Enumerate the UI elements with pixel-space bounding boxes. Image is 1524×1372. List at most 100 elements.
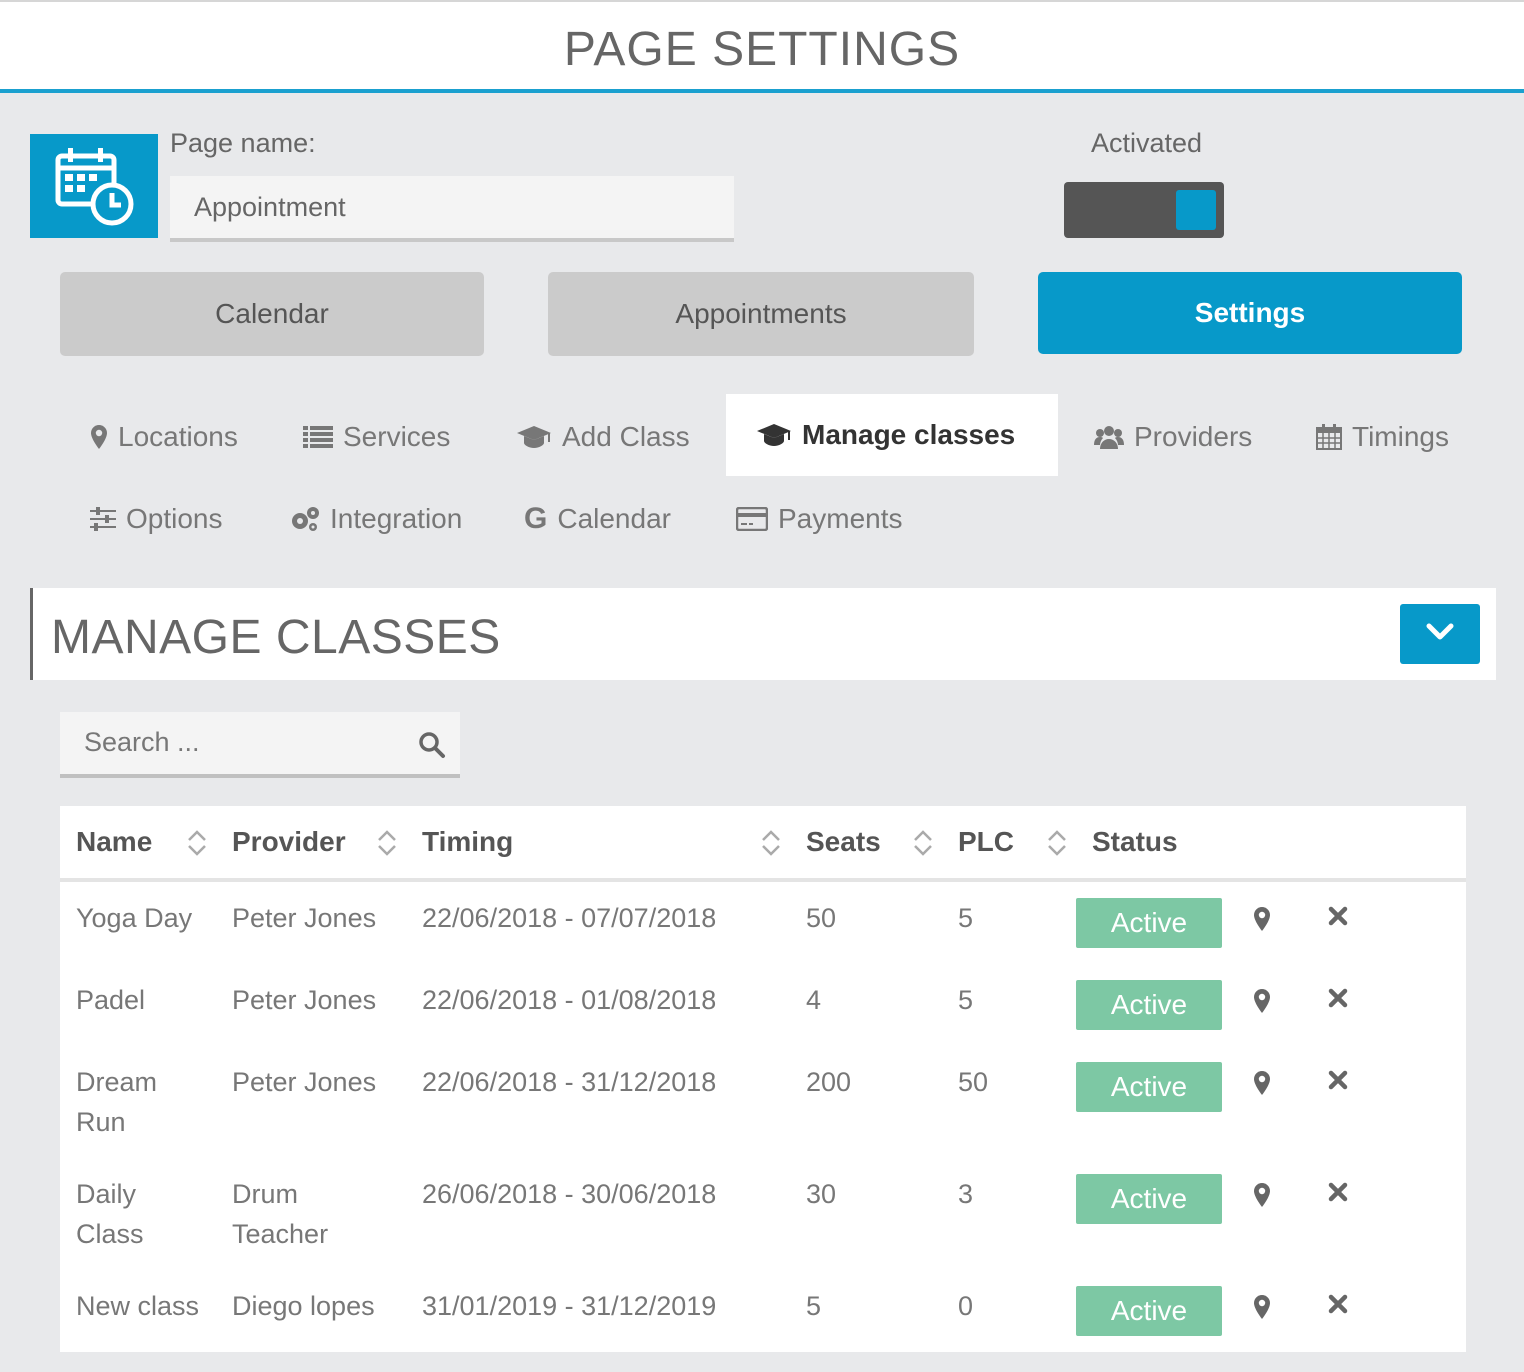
list-icon xyxy=(303,426,333,448)
tab-label: Integration xyxy=(330,503,463,534)
manage-classes-panel-header: MANAGE CLASSES xyxy=(30,588,1496,680)
page-name-label: Page name: xyxy=(170,128,316,158)
tab-label: Services xyxy=(343,421,451,452)
tab-label: Calendar xyxy=(557,503,671,534)
cell-name-line: Class xyxy=(76,1219,144,1249)
status-badge[interactable]: Active xyxy=(1076,980,1222,1030)
status-badge[interactable]: Active xyxy=(1076,1174,1222,1224)
section-title: MANAGE CLASSES xyxy=(51,611,501,664)
tab-manage-classes[interactable]: Manage classes xyxy=(726,394,1058,476)
column-header-plc[interactable]: PLC xyxy=(958,826,1014,858)
cell-provider: Peter Jones xyxy=(232,985,377,1015)
page-header: PAGE SETTINGS xyxy=(0,0,1524,93)
graduation-cap-icon xyxy=(756,423,792,447)
sort-icon[interactable] xyxy=(376,828,398,863)
column-header-seats[interactable]: Seats xyxy=(806,826,881,858)
cell-seats: 200 xyxy=(806,1067,852,1097)
sort-icon[interactable] xyxy=(186,828,208,863)
tab-payments[interactable]: Payments xyxy=(736,478,903,560)
tab-options[interactable]: Options xyxy=(90,478,223,560)
tab-integration[interactable]: Integration xyxy=(290,478,462,560)
tab-label: Payments xyxy=(778,503,903,534)
cell-seats: 30 xyxy=(806,1179,837,1209)
tab-providers[interactable]: Providers xyxy=(1094,396,1252,478)
cell-name: Yoga Day xyxy=(76,903,193,933)
cell-name-line: Dream xyxy=(76,1067,158,1097)
appointments-button[interactable]: Appointments xyxy=(548,272,974,356)
search-icon[interactable] xyxy=(418,731,446,764)
tab-label: Options xyxy=(126,503,223,534)
cell-seats: 5 xyxy=(806,1291,822,1321)
calendar-button[interactable]: Calendar xyxy=(60,272,484,356)
tab-google-calendar[interactable]: G Calendar xyxy=(524,478,671,560)
column-header-provider[interactable]: Provider xyxy=(232,826,346,858)
google-icon: G xyxy=(524,502,548,535)
cell-provider: Peter Jones xyxy=(232,903,377,933)
close-icon[interactable] xyxy=(1328,988,1348,1013)
sort-icon[interactable] xyxy=(1046,828,1068,863)
collapse-button[interactable] xyxy=(1400,604,1480,664)
tab-label: Add Class xyxy=(562,421,690,452)
cell-timing: 26/06/2018 - 30/06/2018 xyxy=(422,1179,717,1209)
cell-provider: Diego lopes xyxy=(232,1291,375,1321)
users-icon xyxy=(1094,425,1124,449)
tab-label: Locations xyxy=(118,421,238,452)
credit-card-icon xyxy=(736,507,768,531)
column-header-name[interactable]: Name xyxy=(76,826,152,858)
close-icon[interactable] xyxy=(1328,1070,1348,1095)
close-icon[interactable] xyxy=(1328,1182,1348,1207)
cell-timing: 22/06/2018 - 01/08/2018 xyxy=(422,985,717,1015)
map-marker-icon[interactable] xyxy=(1253,1294,1271,1325)
search-input[interactable] xyxy=(60,712,400,772)
activated-toggle[interactable] xyxy=(1064,182,1224,238)
toggle-knob xyxy=(1176,190,1216,230)
cogs-icon xyxy=(290,506,320,532)
sort-icon[interactable] xyxy=(912,828,934,863)
tab-add-class[interactable]: Add Class xyxy=(516,396,690,478)
sliders-icon xyxy=(90,507,116,531)
cell-provider: Drum Teacher xyxy=(232,1174,328,1254)
settings-button[interactable]: Settings xyxy=(1038,272,1462,354)
status-badge[interactable]: Active xyxy=(1076,1062,1222,1112)
tab-services[interactable]: Services xyxy=(303,396,450,478)
cell-plc: 0 xyxy=(958,1291,974,1321)
tab-label: Manage classes xyxy=(802,419,1016,450)
cell-name: Padel xyxy=(76,985,146,1015)
column-header-timing[interactable]: Timing xyxy=(422,826,513,858)
map-marker-icon[interactable] xyxy=(1253,1070,1271,1101)
sort-icon[interactable] xyxy=(760,828,782,863)
search-box xyxy=(60,712,460,778)
cell-name-line: Daily xyxy=(76,1179,137,1209)
map-marker-icon[interactable] xyxy=(1253,1182,1271,1213)
map-marker-icon xyxy=(90,424,108,450)
classes-table: Name Provider Timing Seats PLC Status Yo… xyxy=(60,806,1466,1352)
page-name-field[interactable] xyxy=(170,176,734,242)
cell-provider: Peter Jones xyxy=(232,1067,377,1097)
cell-provider-line: Teacher xyxy=(232,1219,329,1249)
tab-timings[interactable]: Timings xyxy=(1316,396,1449,478)
page-title: PAGE SETTINGS xyxy=(563,23,961,76)
close-icon[interactable] xyxy=(1328,906,1348,931)
tab-label: Providers xyxy=(1134,421,1253,452)
header-divider xyxy=(60,878,1466,882)
cell-name: Dream Run xyxy=(76,1062,157,1142)
cell-plc: 3 xyxy=(958,1179,974,1209)
cell-plc: 5 xyxy=(958,903,974,933)
cell-seats: 4 xyxy=(806,985,822,1015)
cell-timing: 31/01/2019 - 31/12/2019 xyxy=(422,1291,717,1321)
chevron-down-icon xyxy=(1425,622,1455,647)
cell-seats: 50 xyxy=(806,903,837,933)
cell-timing: 22/06/2018 - 31/12/2018 xyxy=(422,1067,717,1097)
column-header-status: Status xyxy=(1092,826,1178,857)
map-marker-icon[interactable] xyxy=(1253,988,1271,1019)
status-badge[interactable]: Active xyxy=(1076,1286,1222,1336)
cell-plc: 50 xyxy=(958,1067,989,1097)
cell-timing: 22/06/2018 - 07/07/2018 xyxy=(422,903,717,933)
cell-name: Daily Class xyxy=(76,1174,144,1254)
status-badge[interactable]: Active xyxy=(1076,898,1222,948)
cell-provider-line: Drum xyxy=(232,1179,298,1209)
close-icon[interactable] xyxy=(1328,1294,1348,1319)
tab-locations[interactable]: Locations xyxy=(90,396,238,478)
map-marker-icon[interactable] xyxy=(1253,906,1271,937)
calendar-clock-icon xyxy=(30,134,158,238)
